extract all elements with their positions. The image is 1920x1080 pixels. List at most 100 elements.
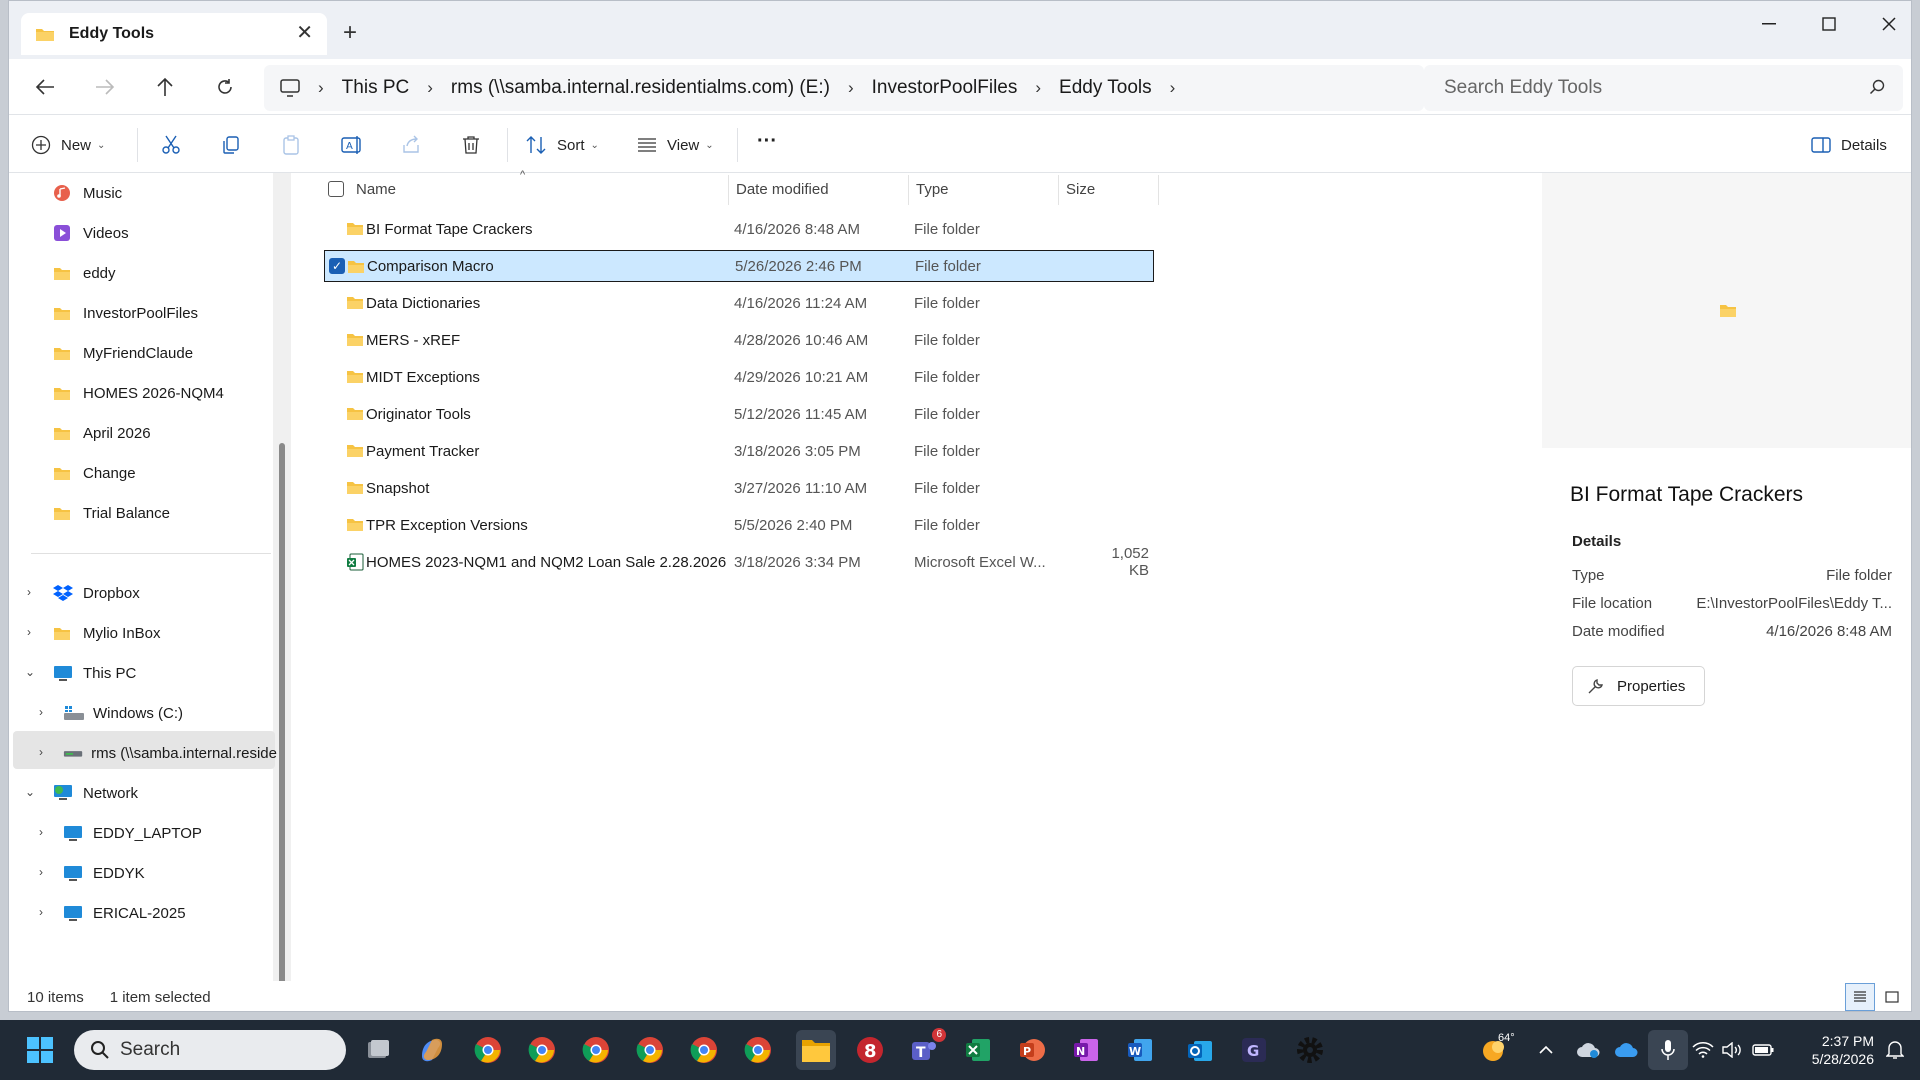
column-divider[interactable] <box>908 175 909 205</box>
sidebar-item-rms-drive[interactable]: rms (\\samba.internal.reside <box>63 737 277 769</box>
chevron-right-icon[interactable]: › <box>1035 78 1041 98</box>
sidebar-item-eddyk[interactable]: EDDYK <box>63 857 263 889</box>
column-header-type[interactable]: Type <box>916 173 949 205</box>
chevron-down-icon[interactable]: ⌄ <box>25 665 35 679</box>
chevron-right-icon[interactable]: › <box>39 905 43 919</box>
sidebar-item-change[interactable]: Change <box>53 457 283 489</box>
column-header-date-modified[interactable]: Date modified <box>736 173 829 205</box>
select-all-checkbox[interactable] <box>328 181 344 197</box>
view-button[interactable]: View ⌄ <box>637 130 714 160</box>
file-row[interactable]: Data Dictionaries 4/16/2026 11:24 AM Fil… <box>324 287 1154 319</box>
battery-icon[interactable] <box>1748 1030 1778 1070</box>
up-button[interactable] <box>145 69 185 105</box>
chevron-down-icon[interactable]: ⌄ <box>25 785 35 799</box>
task-view-button[interactable] <box>358 1030 398 1070</box>
chrome-profile-4-icon[interactable] <box>630 1030 670 1070</box>
app-g-icon[interactable]: G <box>1234 1030 1274 1070</box>
forward-button[interactable] <box>85 69 125 105</box>
chevron-right-icon[interactable]: › <box>427 78 433 98</box>
details-pane-button[interactable]: Details <box>1811 130 1887 160</box>
paste-button[interactable] <box>281 130 301 160</box>
app-red-8-icon[interactable]: 8 <box>850 1030 890 1070</box>
rename-button[interactable]: A <box>341 130 363 160</box>
see-more-button[interactable]: ··· <box>757 126 777 156</box>
column-header-size[interactable]: Size <box>1066 173 1095 205</box>
column-header-name[interactable]: Name ^ <box>356 169 646 205</box>
column-divider[interactable] <box>1058 175 1059 205</box>
chevron-right-icon[interactable]: › <box>27 625 31 639</box>
sidebar-item-eddy-laptop[interactable]: EDDY_LAPTOP <box>63 817 263 849</box>
file-explorer-taskbar-icon[interactable] <box>796 1030 836 1070</box>
chrome-profile-1-icon[interactable] <box>468 1030 508 1070</box>
minimize-button[interactable] <box>1749 9 1789 39</box>
cut-button[interactable] <box>161 130 181 160</box>
column-divider[interactable] <box>1158 175 1159 205</box>
chevron-right-icon[interactable]: › <box>39 825 43 839</box>
file-row[interactable]: MIDT Exceptions 4/29/2026 10:21 AM File … <box>324 361 1154 393</box>
file-row[interactable]: BI Format Tape Crackers 4/16/2026 8:48 A… <box>324 213 1154 245</box>
chrome-profile-2-icon[interactable] <box>522 1030 562 1070</box>
sidebar-item-mylio-inbox[interactable]: Mylio InBox <box>53 617 253 649</box>
notifications-button[interactable] <box>1880 1030 1910 1070</box>
chevron-right-icon[interactable]: › <box>39 745 43 759</box>
sidebar-item-erical-2025[interactable]: ERICAL-2025 <box>63 897 263 929</box>
sidebar-item-videos[interactable]: Videos 📌 <box>53 217 313 249</box>
sidebar-item-trial-balance[interactable]: Trial Balance <box>53 497 283 529</box>
properties-button[interactable]: Properties <box>1572 666 1705 706</box>
sidebar-item-april-2026[interactable]: April 2026 📌 <box>53 417 313 449</box>
file-row[interactable]: Payment Tracker 3/18/2026 3:05 PM File f… <box>324 435 1154 467</box>
maximize-button[interactable] <box>1809 9 1849 39</box>
powerpoint-icon[interactable]: P <box>1012 1030 1052 1070</box>
chevron-right-icon[interactable]: › <box>1170 78 1176 98</box>
wifi-icon[interactable] <box>1688 1030 1718 1070</box>
share-button[interactable] <box>401 130 421 160</box>
tab-close-icon[interactable]: ✕ <box>296 23 313 43</box>
onedrive-status-icon[interactable] <box>1568 1030 1608 1070</box>
system-clock[interactable]: 2:37 PM 5/28/2026 <box>1790 1032 1874 1068</box>
large-icons-view-toggle[interactable] <box>1877 983 1907 1011</box>
tab-eddy-tools[interactable]: Eddy Tools ✕ <box>21 13 327 55</box>
file-row[interactable]: TPR Exception Versions 5/5/2026 2:40 PM … <box>324 509 1154 541</box>
chrome-profile-5-icon[interactable] <box>684 1030 724 1070</box>
outlook-icon[interactable] <box>1180 1030 1220 1070</box>
chrome-profile-3-icon[interactable] <box>576 1030 616 1070</box>
chevron-right-icon[interactable]: › <box>39 865 43 879</box>
refresh-button[interactable] <box>205 69 245 105</box>
weather-widget[interactable]: 64° <box>1468 1030 1518 1070</box>
address-bar[interactable]: › This PC › rms (\\samba.internal.reside… <box>264 65 1424 111</box>
sidebar-item-dropbox[interactable]: Dropbox <box>53 577 253 609</box>
file-row[interactable]: MERS - xREF 4/28/2026 10:46 AM File fold… <box>324 324 1154 356</box>
chevron-right-icon[interactable]: › <box>39 705 43 719</box>
microphone-button[interactable] <box>1648 1030 1688 1070</box>
sidebar-item-homes-2026-nqm4[interactable]: HOMES 2026-NQM4 📌 <box>53 377 313 409</box>
chrome-profile-6-icon[interactable] <box>738 1030 778 1070</box>
breadcrumb-this-pc[interactable]: This PC <box>342 77 410 99</box>
onedrive-icon[interactable] <box>1606 1030 1646 1070</box>
file-row[interactable]: Originator Tools 5/12/2026 11:45 AM File… <box>324 398 1154 430</box>
breadcrumb-drive[interactable]: rms (\\samba.internal.residentialms.com)… <box>451 77 830 99</box>
sidebar-item-music[interactable]: Music 📌 <box>53 177 313 209</box>
chevron-right-icon[interactable]: › <box>848 78 854 98</box>
sidebar-item-investorpoolfiles[interactable]: InvestorPoolFiles 📌 <box>53 297 313 329</box>
chevron-right-icon[interactable]: › <box>27 585 31 599</box>
sidebar-item-windows-c[interactable]: Windows (C:) <box>63 697 263 729</box>
sidebar-item-this-pc[interactable]: This PC <box>53 657 253 689</box>
onenote-icon[interactable]: N <box>1066 1030 1106 1070</box>
new-tab-button[interactable]: + <box>343 21 357 45</box>
close-button[interactable] <box>1869 9 1909 39</box>
taskbar-search[interactable]: Search <box>74 1030 346 1070</box>
delete-button[interactable] <box>461 130 481 160</box>
start-button[interactable] <box>20 1030 60 1070</box>
sidebar-item-network[interactable]: Network <box>53 777 253 809</box>
word-icon[interactable]: W <box>1120 1030 1160 1070</box>
show-hidden-icons-button[interactable] <box>1526 1030 1566 1070</box>
volume-icon[interactable] <box>1718 1030 1748 1070</box>
teams-icon[interactable]: T 6 <box>904 1028 946 1070</box>
column-divider[interactable] <box>728 175 729 205</box>
row-checkbox[interactable]: ✓ <box>329 258 345 274</box>
copilot-icon[interactable] <box>412 1030 452 1070</box>
back-button[interactable] <box>25 69 65 105</box>
details-view-toggle[interactable] <box>1845 983 1875 1011</box>
breadcrumb-eddy-tools[interactable]: Eddy Tools <box>1059 77 1152 99</box>
sidebar-item-eddy[interactable]: eddy 📌 <box>53 257 313 289</box>
